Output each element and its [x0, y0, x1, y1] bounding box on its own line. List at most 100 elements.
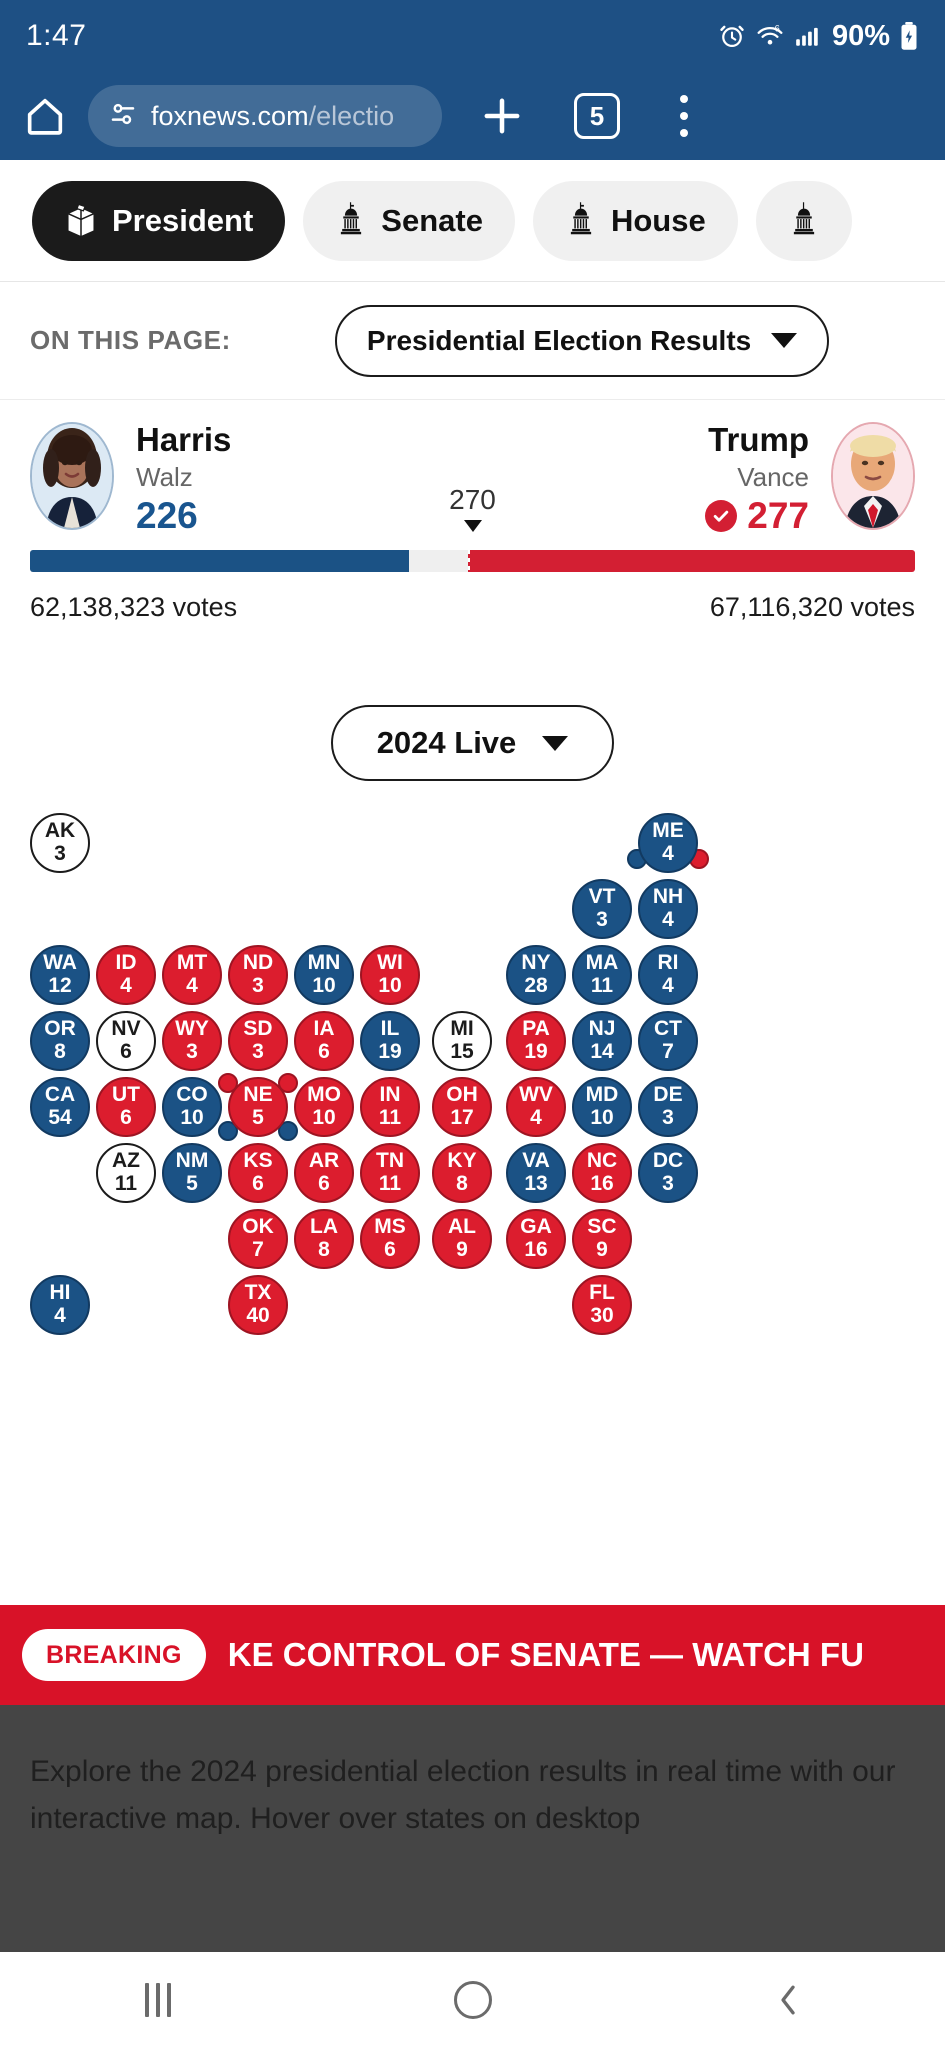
state-bubble-wy[interactable]: WY 3: [162, 1011, 222, 1071]
state-bubble-de[interactable]: DE 3: [638, 1077, 698, 1137]
candidate-harris[interactable]: Harris Walz 226: [30, 421, 232, 538]
avatar: [30, 422, 114, 530]
year-selector[interactable]: 2024 Live: [330, 705, 615, 781]
tab-senate[interactable]: Senate: [303, 180, 515, 261]
state-abbreviation: ND: [242, 951, 274, 975]
state-electoral-votes: 6: [120, 1106, 132, 1129]
state-electoral-votes: 6: [384, 1238, 396, 1261]
popular-votes-dem: 62,138,323 votes: [30, 592, 238, 622]
home-icon[interactable]: [22, 93, 68, 139]
state-bubble-ca[interactable]: CA 54: [30, 1077, 90, 1137]
state-bubble-ri[interactable]: RI 4: [638, 945, 698, 1005]
state-bubble-mi[interactable]: MI 15: [432, 1011, 492, 1071]
state-bubble-me[interactable]: ME 4: [638, 813, 698, 873]
state-abbreviation: MT: [176, 951, 208, 975]
state-bubble-or[interactable]: OR 8: [30, 1011, 90, 1071]
state-abbreviation: MA: [585, 951, 619, 975]
state-bubble-tn[interactable]: TN 11: [360, 1143, 420, 1203]
state-bubble-mt[interactable]: MT 4: [162, 945, 222, 1005]
state-electoral-votes: 7: [662, 1040, 674, 1063]
ballot-box-icon: [64, 200, 98, 241]
state-bubble-sc[interactable]: SC 9: [572, 1209, 632, 1269]
candidate-trump[interactable]: Trump Vance 277: [705, 421, 915, 538]
state-electoral-votes: 30: [590, 1304, 614, 1327]
state-bubble-nv[interactable]: NV 6: [96, 1011, 156, 1071]
state-bubble-ia[interactable]: IA 6: [294, 1011, 354, 1071]
state-bubble-wi[interactable]: WI 10: [360, 945, 420, 1005]
state-electoral-votes: 11: [114, 1172, 138, 1195]
state-bubble-ky[interactable]: KY 8: [432, 1143, 492, 1203]
back-chevron-icon[interactable]: [728, 1952, 848, 2048]
candidate-name: Harris: [136, 421, 232, 458]
state-bubble-id[interactable]: ID 4: [96, 945, 156, 1005]
state-bubble-ar[interactable]: AR 6: [294, 1143, 354, 1203]
state-bubble-tx[interactable]: TX 40: [228, 1275, 288, 1335]
state-bubble-ut[interactable]: UT 6: [96, 1077, 156, 1137]
state-electoral-votes: 10: [180, 1106, 204, 1129]
state-abbreviation: NJ: [588, 1017, 616, 1041]
state-bubble-ak[interactable]: AK 3: [30, 813, 90, 873]
breaking-news-banner[interactable]: BREAKING KE CONTROL OF SENATE — WATCH FU: [0, 1605, 945, 1705]
state-bubble-il[interactable]: IL 19: [360, 1011, 420, 1071]
state-electoral-votes: 11: [590, 974, 614, 997]
home-circle-icon[interactable]: [413, 1952, 533, 2048]
state-bubble-ma[interactable]: MA 11: [572, 945, 632, 1005]
state-bubble-va[interactable]: VA 13: [506, 1143, 566, 1203]
state-bubble-nm[interactable]: NM 5: [162, 1143, 222, 1203]
state-bubble-al[interactable]: AL 9: [432, 1209, 492, 1269]
tab-house[interactable]: House: [532, 180, 738, 261]
state-bubble-in[interactable]: IN 11: [360, 1077, 420, 1137]
state-bubble-ga[interactable]: GA 16: [506, 1209, 566, 1269]
state-bubble-mo[interactable]: MO 10: [294, 1077, 354, 1137]
state-bubble-nj[interactable]: NJ 14: [572, 1011, 632, 1071]
state-bubble-mn[interactable]: MN 10: [294, 945, 354, 1005]
bar-segment-rep: [468, 550, 915, 572]
tab-next-partial[interactable]: [755, 180, 852, 261]
alarm-icon: [718, 22, 746, 50]
site-settings-icon[interactable]: [108, 99, 138, 134]
state-bubble-oh[interactable]: OH 17: [432, 1077, 492, 1137]
capitol-icon: [788, 200, 820, 241]
state-bubble-nh[interactable]: NH 4: [638, 879, 698, 939]
state-bubble-co[interactable]: CO 10: [162, 1077, 222, 1137]
address-bar[interactable]: foxnews.com/electio: [88, 85, 442, 147]
tab-house-label: House: [610, 202, 706, 238]
state-bubble-nd[interactable]: ND 3: [228, 945, 288, 1005]
state-bubble-hi[interactable]: HI 4: [30, 1275, 90, 1335]
new-tab-icon[interactable]: [472, 86, 532, 146]
breaking-headline[interactable]: KE CONTROL OF SENATE — WATCH FU: [228, 1636, 864, 1674]
url-domain: foxnews.com: [151, 100, 309, 131]
on-this-page-label: ON THIS PAGE:: [30, 325, 231, 355]
state-bubble-wv[interactable]: WV 4: [506, 1077, 566, 1137]
state-electoral-votes: 16: [590, 1172, 614, 1195]
state-bubble-fl[interactable]: FL 30: [572, 1275, 632, 1335]
android-status-bar: 1:47 6 90%: [0, 0, 945, 72]
state-bubble-pa[interactable]: PA 19: [506, 1011, 566, 1071]
state-bubble-ny[interactable]: NY 28: [506, 945, 566, 1005]
electoral-cartogram-map[interactable]: AK 3 ME 4 VT 3 NH 4 WA 12 ID 4 MT 4 ND 3 MN 10 WI 10 NY 28 MA 1…: [0, 813, 945, 1343]
state-bubble-vt[interactable]: VT 3: [572, 879, 632, 939]
state-bubble-md[interactable]: MD 10: [572, 1077, 632, 1137]
state-bubble-ct[interactable]: CT 7: [638, 1011, 698, 1071]
breaking-badge-label: BREAKING: [46, 1640, 182, 1669]
kebab-menu-icon[interactable]: [662, 92, 706, 140]
state-bubble-la[interactable]: LA 8: [294, 1209, 354, 1269]
tab-president[interactable]: President: [32, 180, 286, 261]
chevron-down-icon: [542, 735, 569, 751]
state-bubble-ks[interactable]: KS 6: [228, 1143, 288, 1203]
state-bubble-dc[interactable]: DC 3: [638, 1143, 698, 1203]
tab-counter-button[interactable]: 5: [574, 93, 620, 139]
state-abbreviation: RI: [657, 951, 679, 975]
state-bubble-ms[interactable]: MS 6: [360, 1209, 420, 1269]
avatar: [831, 422, 915, 530]
state-bubble-nc[interactable]: NC 16: [572, 1143, 632, 1203]
state-bubble-ne[interactable]: NE 5: [228, 1077, 288, 1137]
state-bubble-ok[interactable]: OK 7: [228, 1209, 288, 1269]
on-this-page-dropdown[interactable]: Presidential Election Results: [334, 304, 830, 377]
state-bubble-sd[interactable]: SD 3: [228, 1011, 288, 1071]
state-electoral-votes: 3: [186, 1040, 198, 1063]
state-bubble-wa[interactable]: WA 12: [30, 945, 90, 1005]
state-bubble-az[interactable]: AZ 11: [96, 1143, 156, 1203]
recents-icon[interactable]: [98, 1952, 218, 2048]
capitol-icon: [335, 200, 367, 241]
